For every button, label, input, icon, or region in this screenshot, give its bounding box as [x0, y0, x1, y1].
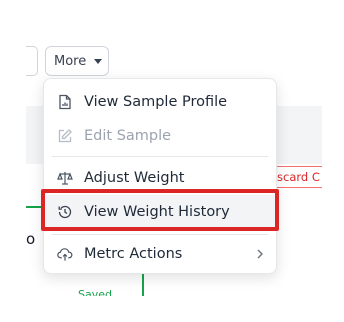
- menu-item-edit-sample[interactable]: Edit Sample: [44, 119, 276, 153]
- menu-item-label: View Sample Profile: [84, 94, 228, 110]
- saved-status-text: Saved: [78, 288, 112, 296]
- caret-down-icon: [94, 58, 103, 64]
- menu-item-view-sample-profile[interactable]: View Sample Profile: [44, 85, 276, 119]
- scale-icon: [57, 170, 73, 186]
- menu-divider: [52, 156, 268, 157]
- chevron-right-icon: [256, 248, 264, 264]
- more-button[interactable]: More: [45, 46, 109, 76]
- menu-item-label: Adjust Weight: [84, 170, 185, 186]
- menu-item-view-weight-history[interactable]: View Weight History: [44, 195, 276, 229]
- status-line: [26, 206, 44, 208]
- menu-item-metrc-actions[interactable]: Metrc Actions: [44, 237, 276, 271]
- more-dropdown-menu: View Sample Profile Edit Sample Adjust W…: [43, 78, 277, 274]
- history-icon: [57, 204, 73, 220]
- menu-item-adjust-weight[interactable]: Adjust Weight: [44, 161, 276, 195]
- cloud-upload-icon: [57, 246, 73, 262]
- menu-item-label: Edit Sample: [84, 128, 172, 144]
- more-button-label: More: [54, 53, 87, 69]
- menu-item-label: View Weight History: [84, 204, 230, 220]
- document-chart-icon: [57, 94, 73, 110]
- menu-item-label: Metrc Actions: [84, 246, 183, 262]
- discard-button[interactable]: scard C: [270, 166, 322, 188]
- edit-icon: [57, 128, 73, 144]
- menu-divider: [52, 234, 268, 235]
- partial-input-field[interactable]: [26, 46, 38, 76]
- partial-text: o: [26, 230, 36, 248]
